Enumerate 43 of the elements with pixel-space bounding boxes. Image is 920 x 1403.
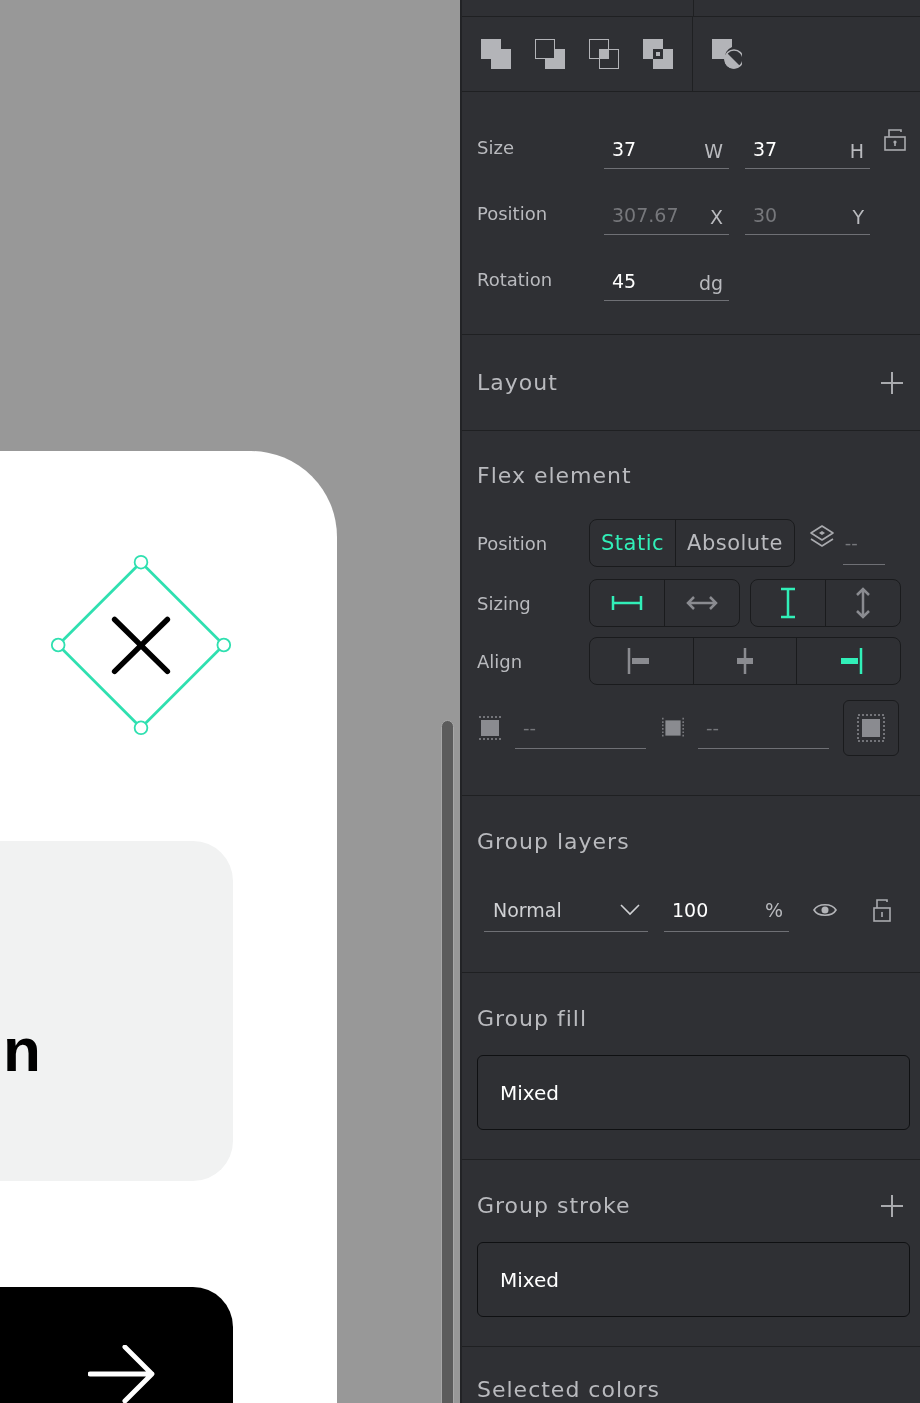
section-title: Group stroke	[477, 1193, 631, 1218]
padding-field[interactable]: --	[698, 707, 829, 749]
arrow-right-icon	[88, 1345, 156, 1403]
z-index-field[interactable]: --	[842, 521, 885, 565]
fill-value-box[interactable]: Mixed	[477, 1055, 910, 1130]
number-field[interactable]: 37 W	[604, 125, 729, 169]
field-label: Size	[477, 136, 515, 158]
union-icon[interactable]	[481, 39, 511, 69]
chevron-down-icon	[620, 903, 640, 916]
blend-mode-dropdown[interactable]: Normal	[484, 888, 648, 932]
section-title: Selected colors	[477, 1377, 660, 1402]
scrollbar[interactable]	[441, 720, 454, 1403]
field-label: Sizing	[477, 592, 532, 614]
vertical-padding-icon	[479, 716, 501, 740]
flatten-icon[interactable]	[712, 39, 742, 69]
number-field[interactable]: 37 H	[745, 125, 870, 169]
section-title: Group layers	[477, 829, 630, 854]
padding-icon	[857, 714, 885, 742]
selected-close-icon[interactable]	[50, 554, 232, 736]
field-label: Position	[477, 532, 549, 554]
field-label: Align	[477, 650, 524, 672]
difference-icon[interactable]	[535, 39, 565, 69]
field-label: Position	[477, 202, 549, 224]
position-option[interactable]: Static	[590, 520, 676, 566]
eye-icon[interactable]	[813, 902, 837, 918]
position-option[interactable]: Absolute	[675, 520, 794, 566]
add-icon[interactable]	[881, 371, 903, 394]
field-label: Rotation	[477, 268, 554, 290]
exclude-icon[interactable]	[643, 39, 673, 69]
padding-options-button[interactable]	[843, 700, 899, 756]
add-icon[interactable]	[881, 1194, 903, 1217]
section-title: Flex element	[477, 463, 633, 490]
unlocked-padlock-icon[interactable]	[884, 127, 906, 151]
heading-text: n	[3, 1019, 41, 1081]
layers-icon	[808, 525, 835, 549]
intersection-icon[interactable]	[589, 39, 619, 69]
padding-field[interactable]: --	[515, 707, 646, 749]
opacity-field[interactable]: 100 %	[664, 888, 789, 932]
section-title: Layout	[477, 370, 558, 395]
unlocked-padlock-icon[interactable]	[873, 898, 891, 922]
stroke-value-box[interactable]: Mixed	[477, 1242, 910, 1317]
section-title: Group fill	[477, 1006, 588, 1031]
number-field[interactable]: 45 dg	[604, 257, 729, 301]
